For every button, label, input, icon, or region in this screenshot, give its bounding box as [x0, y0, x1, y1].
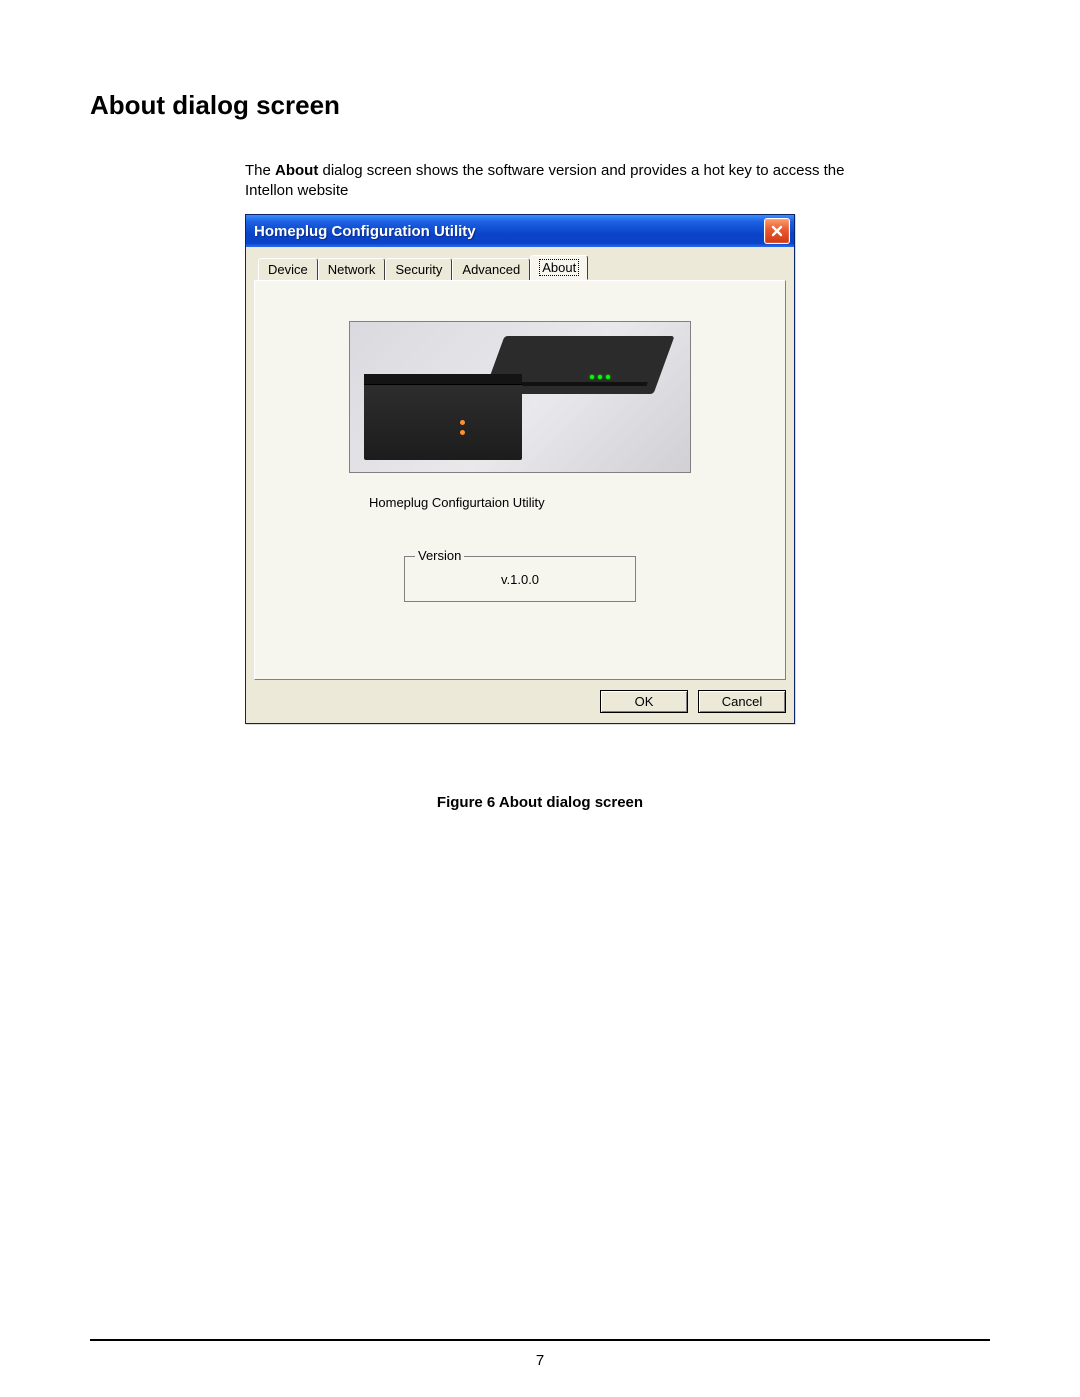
footer-rule — [90, 1339, 990, 1341]
product-label: Homeplug Configurtaion Utility — [369, 495, 765, 510]
tab-device[interactable]: Device — [258, 258, 318, 281]
tab-panel-about: Homeplug Configurtaion Utility Version v… — [254, 280, 786, 680]
titlebar: Homeplug Configuration Utility — [246, 215, 794, 247]
page-number: 7 — [0, 1352, 1080, 1369]
product-image — [349, 321, 691, 473]
dialog-body: Device Network Security Advanced About H… — [246, 247, 794, 723]
tab-network[interactable]: Network — [318, 258, 386, 281]
close-icon — [771, 225, 783, 237]
version-groupbox: Version v.1.0.0 — [404, 556, 636, 602]
tab-advanced[interactable]: Advanced — [452, 258, 530, 281]
about-dialog: Homeplug Configuration Utility Device Ne… — [245, 214, 795, 724]
intro-bold: About — [275, 162, 318, 179]
version-legend: Version — [415, 548, 464, 563]
tab-about-label: About — [540, 260, 578, 275]
intro-rest: dialog screen shows the software version… — [245, 162, 844, 199]
titlebar-text: Homeplug Configuration Utility — [254, 223, 476, 240]
device-front-icon — [364, 374, 522, 460]
intro-paragraph: The About dialog screen shows the softwa… — [245, 161, 865, 200]
cancel-button[interactable]: Cancel — [698, 690, 786, 713]
version-value: v.1.0.0 — [501, 572, 539, 587]
tab-security-label: Security — [395, 262, 442, 277]
device-front-leds-icon — [460, 420, 465, 440]
tab-device-label: Device — [268, 262, 308, 277]
tab-strip: Device Network Security Advanced About — [254, 255, 786, 280]
dialog-button-row: OK Cancel — [254, 690, 786, 713]
section-heading: About dialog screen — [90, 90, 990, 121]
device-back-leds-icon — [590, 366, 630, 372]
tab-advanced-label: Advanced — [462, 262, 520, 277]
ok-button[interactable]: OK — [600, 690, 688, 713]
close-button[interactable] — [764, 218, 790, 244]
tab-network-label: Network — [328, 262, 376, 277]
tab-about[interactable]: About — [530, 255, 588, 280]
figure-caption: Figure 6 About dialog screen — [90, 794, 990, 811]
intro-prefix: The — [245, 162, 275, 179]
tab-security[interactable]: Security — [385, 258, 452, 281]
